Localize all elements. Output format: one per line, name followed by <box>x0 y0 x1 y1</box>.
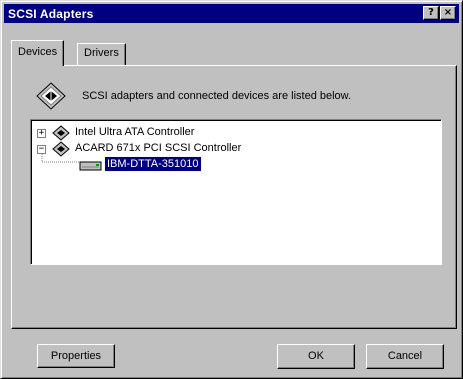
tab-drivers-label: Drivers <box>84 47 119 59</box>
ok-button[interactable]: OK <box>277 344 355 369</box>
device-tree[interactable]: + Intel Ultra ATA Controller − ACARD 671… <box>30 119 442 265</box>
tree-item-acard-scsi-controller[interactable]: ACARD 671x PCI SCSI Controller <box>73 141 243 155</box>
scsi-adapters-dialog: SCSI Adapters ? × Devices Drivers SCSI a… <box>0 0 463 379</box>
collapse-acard-node[interactable]: − <box>37 145 46 154</box>
tab-devices-label: Devices <box>18 46 58 58</box>
devices-tab-panel: SCSI adapters and connected devices are … <box>11 65 457 368</box>
title-bar[interactable]: SCSI Adapters ? × <box>4 4 459 23</box>
tab-drivers[interactable]: Drivers <box>77 43 126 65</box>
tab-devices[interactable]: Devices <box>11 40 65 66</box>
tree-item-ibm-disk[interactable]: IBM-DTTA-351010 <box>104 156 202 172</box>
cancel-button[interactable]: Cancel <box>366 344 444 369</box>
scsi-adapter-icon <box>52 125 70 141</box>
tree-connector <box>41 154 79 163</box>
properties-button[interactable]: Properties <box>37 344 115 368</box>
close-button[interactable]: × <box>440 6 456 20</box>
window-title: SCSI Adapters <box>8 6 94 21</box>
help-button[interactable]: ? <box>423 6 439 20</box>
expand-intel-node[interactable]: + <box>37 129 46 138</box>
description-text: SCSI adapters and connected devices are … <box>82 90 352 102</box>
scsi-adapter-icon <box>36 82 66 110</box>
tree-item-intel-ultra-ata[interactable]: Intel Ultra ATA Controller <box>73 125 196 139</box>
hard-disk-icon <box>79 161 102 171</box>
